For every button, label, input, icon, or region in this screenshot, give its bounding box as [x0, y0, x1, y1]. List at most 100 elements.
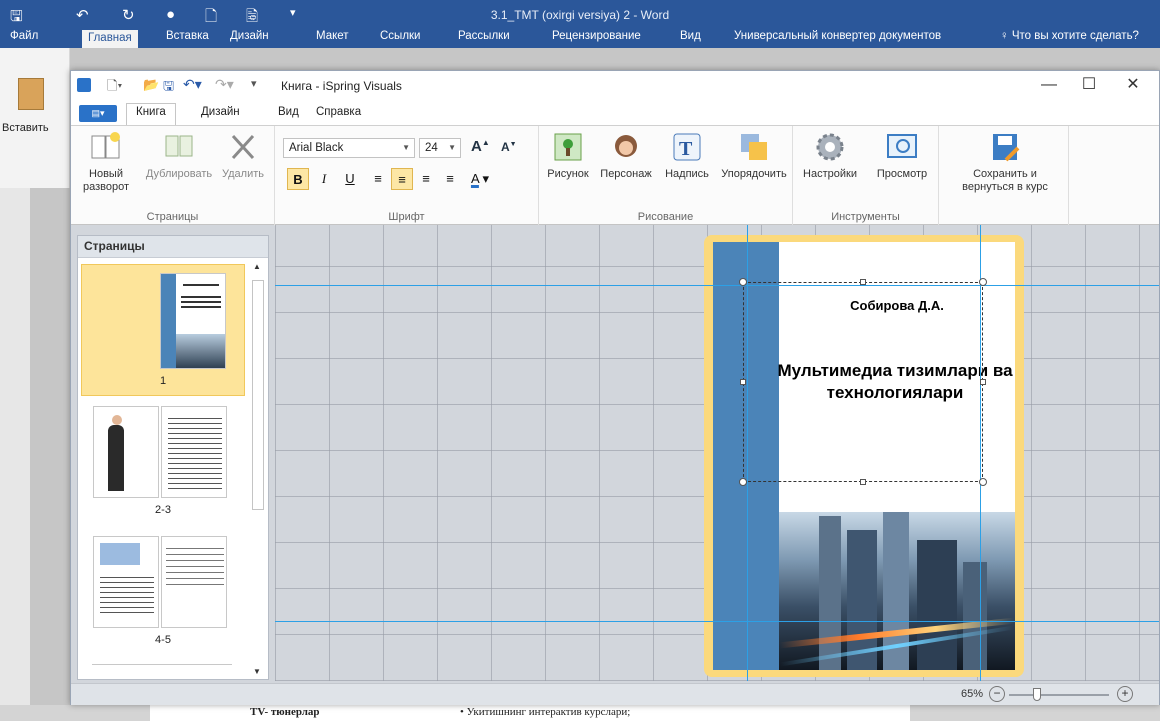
save-return-icon: [993, 134, 1020, 162]
preview-label: Просмотр: [876, 168, 928, 180]
word-tab-converter[interactable]: Универсальный конвертер документов: [734, 30, 941, 42]
caption-button[interactable]: T Надпись: [657, 130, 717, 181]
preview-button[interactable]: Просмотр: [869, 130, 935, 181]
resize-handle[interactable]: [980, 379, 986, 385]
zoom-in-button[interactable]: +: [1117, 686, 1133, 702]
character-label: Персонаж: [600, 168, 652, 180]
word-tab-home[interactable]: Главная: [82, 30, 138, 48]
word-tab-insert[interactable]: Вставка: [166, 30, 209, 42]
arrange-icon: [741, 134, 767, 160]
thumbnail-image: [93, 536, 159, 628]
maximize-button[interactable]: ☐: [1067, 73, 1111, 99]
pages-panel-header: Страницы: [78, 236, 268, 258]
character-icon: [615, 135, 637, 157]
resize-handle[interactable]: [860, 279, 866, 285]
customize-qat-icon[interactable]: ▾: [251, 77, 257, 90]
resize-handle[interactable]: [979, 478, 987, 486]
minimize-button[interactable]: —: [1027, 73, 1071, 99]
tab-design[interactable]: Дизайн: [201, 106, 240, 118]
tools-group-label: Инструменты: [831, 211, 900, 223]
new-spread-button[interactable]: Новый разворот: [77, 130, 135, 194]
word-ribbon: Вставить: [0, 48, 70, 188]
align-left-icon[interactable]: ≡: [367, 168, 389, 190]
resize-handle[interactable]: [739, 278, 747, 286]
pages-group: Новый разворот Дублировать Удалить Стран…: [71, 126, 275, 226]
grow-font-icon[interactable]: A▲: [471, 138, 490, 155]
horizontal-guide[interactable]: [275, 621, 1159, 622]
redo-icon[interactable]: ↷▾: [215, 76, 234, 93]
page-thumb-next[interactable]: [92, 664, 232, 678]
character-button[interactable]: Персонаж: [595, 130, 657, 181]
page-thumb-label: 4-5: [155, 634, 171, 646]
picture-button[interactable]: Рисунок: [541, 130, 595, 181]
zoom-slider[interactable]: [1009, 694, 1109, 696]
tell-me-box[interactable]: ♀ Что вы хотите сделать?: [1000, 30, 1139, 42]
zoom-slider-thumb[interactable]: [1033, 688, 1041, 701]
scroll-down-icon[interactable]: ▼: [253, 667, 261, 676]
save-and-return-button[interactable]: Сохранить и вернуться в курс: [947, 130, 1063, 194]
delete-label: Удалить: [222, 168, 264, 180]
font-color-icon[interactable]: A ▾: [465, 168, 495, 190]
zoom-level: 65%: [961, 688, 984, 700]
font-family-select[interactable]: Arial Black ▼: [283, 138, 415, 158]
word-tab-mailings[interactable]: Рассылки: [458, 30, 510, 42]
scroll-thumb[interactable]: [252, 280, 264, 510]
page-thumb-1[interactable]: 1: [81, 264, 245, 396]
settings-button[interactable]: Настройки: [797, 130, 863, 181]
align-center-icon[interactable]: ≡: [391, 168, 413, 190]
drawing-group-label: Рисование: [637, 211, 694, 223]
justify-icon[interactable]: ≡: [439, 168, 461, 190]
duplicate-button[interactable]: Дублировать: [141, 130, 217, 181]
resize-handle[interactable]: [860, 479, 866, 485]
delete-button[interactable]: Удалить: [217, 130, 269, 181]
svg-text:T: T: [679, 138, 693, 160]
thumbnail-image: [161, 536, 227, 628]
paste-icon[interactable]: [18, 78, 44, 110]
duplicate-label: Дублировать: [145, 168, 213, 180]
undo-icon[interactable]: ↶▾: [183, 76, 202, 93]
tools-group: Настройки Просмотр Инструменты: [793, 126, 939, 226]
pages-panel: Страницы 1 2-3 4-5 ▲ ▼: [77, 235, 269, 680]
font-size-select[interactable]: 24 ▼: [419, 138, 461, 158]
tab-help[interactable]: Справка: [316, 106, 361, 118]
word-tab-file[interactable]: Файл: [10, 30, 38, 42]
underline-button[interactable]: U: [339, 168, 361, 190]
resize-handle[interactable]: [979, 278, 987, 286]
tab-view[interactable]: Вид: [278, 106, 299, 118]
text-selection-box[interactable]: [743, 282, 983, 482]
bold-button[interactable]: B: [287, 168, 309, 190]
horizontal-guide[interactable]: [275, 285, 1159, 286]
word-tab-review[interactable]: Рецензирование: [552, 30, 641, 42]
editing-canvas[interactable]: Собирова Д.А. Мультимедиа тизимлари ва т…: [275, 225, 1159, 681]
chevron-down-icon: ▼: [448, 143, 456, 152]
page-thumb-4-5[interactable]: 4-5: [81, 534, 245, 656]
thumbnail-image: [93, 406, 159, 498]
tell-me-text: Что вы хотите сделать?: [1011, 30, 1139, 42]
align-right-icon[interactable]: ≡: [415, 168, 437, 190]
pages-scrollbar[interactable]: ▲ ▼: [250, 260, 266, 678]
ispring-ribbon: Новый разворот Дублировать Удалить Стран…: [71, 125, 1159, 226]
italic-button[interactable]: I: [313, 168, 335, 190]
save-and-return-label: Сохранить и вернуться в курс: [962, 168, 1048, 193]
arrange-label: Упорядочить: [721, 168, 787, 180]
pages-group-label: Страницы: [146, 211, 199, 223]
page-thumb-2-3[interactable]: 2-3: [81, 404, 245, 526]
word-tab-view[interactable]: Вид: [680, 30, 701, 42]
resize-handle[interactable]: [739, 478, 747, 486]
zoom-out-button[interactable]: −: [989, 686, 1005, 702]
arrange-button[interactable]: Упорядочить: [715, 130, 793, 181]
ispring-window-title: Книга - iSpring Visuals: [281, 79, 402, 93]
paste-label[interactable]: Вставить: [2, 122, 49, 134]
shrink-font-icon[interactable]: A▼: [501, 140, 517, 154]
close-button[interactable]: ✕: [1111, 73, 1155, 99]
scroll-up-icon[interactable]: ▲: [253, 262, 261, 271]
word-tab-layout[interactable]: Макет: [316, 30, 349, 42]
tab-book[interactable]: Книга: [126, 103, 176, 125]
save-icon[interactable]: 🖫: [163, 77, 174, 99]
new-file-icon[interactable]: 🗋▾: [107, 77, 122, 99]
resize-handle[interactable]: [740, 379, 746, 385]
open-folder-icon[interactable]: 📂: [143, 77, 159, 93]
word-tab-references[interactable]: Ссылки: [380, 30, 421, 42]
word-tab-design[interactable]: Дизайн: [230, 30, 269, 42]
app-menu-button[interactable]: ▤▾: [79, 105, 117, 122]
